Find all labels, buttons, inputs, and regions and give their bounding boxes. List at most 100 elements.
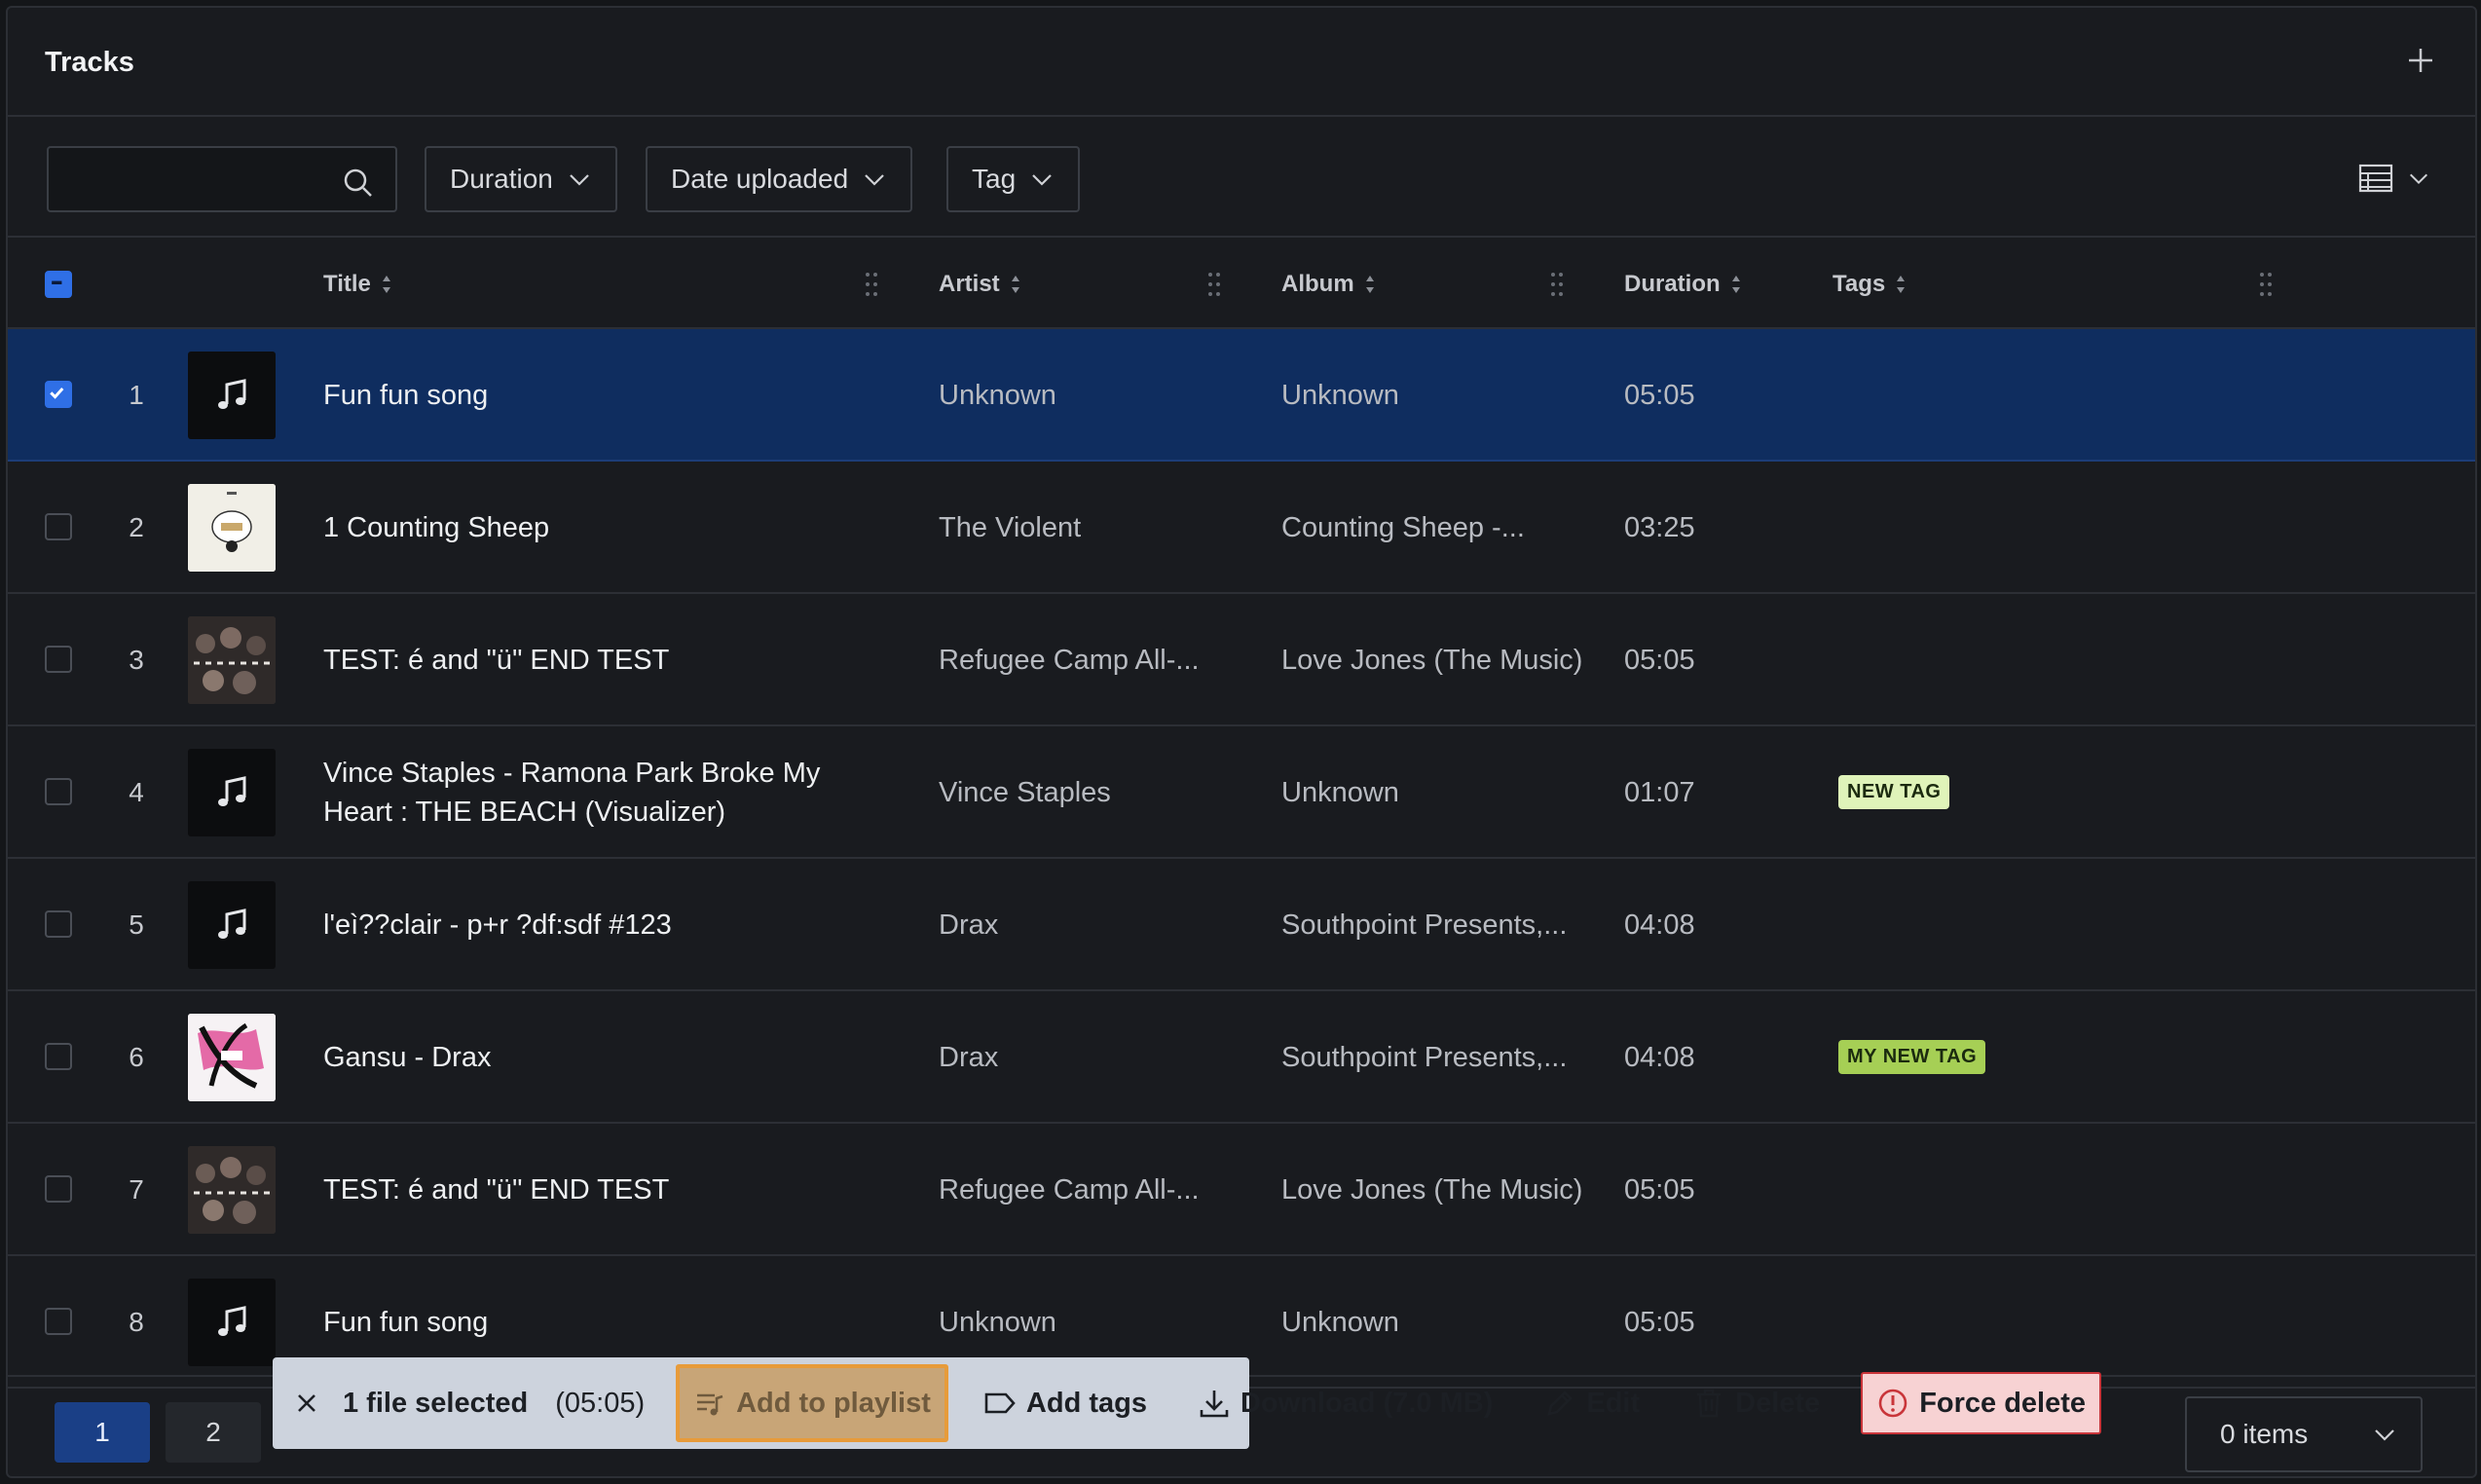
table-header: Title Artist Album Duration Tags xyxy=(8,238,2475,329)
sort-icon xyxy=(382,276,390,293)
minus-icon xyxy=(52,280,62,284)
sort-icon xyxy=(1011,276,1019,293)
track-artist: Drax xyxy=(939,1042,999,1073)
playlist-add-icon xyxy=(697,1393,723,1416)
select-all-checkbox[interactable] xyxy=(45,271,72,298)
track-artist: Unknown xyxy=(939,380,1056,411)
sort-icon xyxy=(1897,276,1906,293)
track-album: Unknown xyxy=(1281,1307,1399,1338)
track-title[interactable]: Vince Staples - Ramona Park Broke My Hea… xyxy=(323,754,869,832)
chevron-down-icon xyxy=(865,174,884,186)
row-checkbox[interactable] xyxy=(45,1308,72,1335)
track-duration: 05:05 xyxy=(1624,645,1695,676)
add-tags-button[interactable]: Add tags xyxy=(970,1364,1161,1442)
delete-button[interactable]: Delete xyxy=(1679,1364,1833,1442)
row-checkbox[interactable] xyxy=(45,1043,72,1070)
row-number: 3 xyxy=(129,645,144,675)
track-album: Love Jones (The Music) xyxy=(1281,645,1583,676)
table-row[interactable]: 5 l'eì??clair - p+r ?df:sdf #123 Drax So… xyxy=(8,859,2475,991)
download-button[interactable]: Download (7.0 MB) xyxy=(1184,1364,1506,1442)
track-album: Unknown xyxy=(1281,380,1399,411)
edit-button[interactable]: Edit xyxy=(1530,1364,1653,1442)
track-duration: 04:08 xyxy=(1624,1042,1695,1073)
add-to-playlist-button[interactable]: Add to playlist xyxy=(676,1364,948,1442)
album-art xyxy=(188,484,276,572)
tag-badge[interactable]: MY NEW TAG xyxy=(1838,1040,1986,1074)
track-title[interactable]: TEST: é and "ü" END TEST xyxy=(323,645,669,677)
drag-handle-icon[interactable] xyxy=(2259,271,2273,298)
clear-selection-button[interactable] xyxy=(294,1391,319,1416)
chevron-down-icon xyxy=(2375,1429,2394,1441)
sort-icon xyxy=(1731,276,1740,293)
close-icon xyxy=(298,1394,315,1412)
album-art xyxy=(188,1146,276,1234)
view-toggle[interactable] xyxy=(2358,164,2430,193)
track-artist: Refugee Camp All-... xyxy=(939,1174,1200,1206)
row-checkbox[interactable] xyxy=(45,910,72,938)
track-title[interactable]: Fun fun song xyxy=(323,380,488,412)
table-row[interactable]: 2 1 Counting Sheep The Violent Counting … xyxy=(8,462,2475,594)
column-header-title[interactable]: Title xyxy=(323,271,392,298)
tag-filter[interactable]: Tag xyxy=(946,146,1081,212)
track-title[interactable]: Fun fun song xyxy=(323,1307,488,1339)
column-header-artist[interactable]: Artist xyxy=(939,271,1021,298)
table-row[interactable]: 6 Gansu - Drax Drax Southpoint Presents,… xyxy=(8,991,2475,1124)
track-duration: 03:25 xyxy=(1624,512,1695,543)
row-checkbox[interactable] xyxy=(45,513,72,540)
row-number: 8 xyxy=(129,1307,144,1337)
track-album: Southpoint Presents,... xyxy=(1281,909,1568,941)
plus-icon[interactable] xyxy=(2403,43,2438,78)
track-title[interactable]: l'eì??clair - p+r ?df:sdf #123 xyxy=(323,909,672,942)
drag-handle-icon[interactable] xyxy=(1550,271,1564,298)
chevron-down-icon xyxy=(1032,174,1052,186)
track-title[interactable]: Gansu - Drax xyxy=(323,1042,491,1074)
page-button-2[interactable]: 2 xyxy=(166,1402,261,1463)
album-art xyxy=(188,616,276,704)
music-note-icon xyxy=(188,749,276,836)
track-album: Unknown xyxy=(1281,777,1399,808)
force-delete-button[interactable]: Force delete xyxy=(1861,1372,2102,1434)
tracks-panel: Tracks Duration Date uploaded Tag Title xyxy=(6,6,2477,1478)
selection-count: 1 file selected xyxy=(343,1387,529,1419)
track-artist: The Violent xyxy=(939,512,1082,543)
row-checkbox[interactable] xyxy=(45,381,72,408)
column-header-album[interactable]: Album xyxy=(1281,271,1376,298)
chevron-down-icon xyxy=(570,174,589,186)
row-checkbox[interactable] xyxy=(45,646,72,673)
table-view-icon xyxy=(2358,164,2393,193)
row-number: 1 xyxy=(129,380,144,410)
pencil-icon xyxy=(1547,1391,1574,1416)
track-duration: 01:07 xyxy=(1624,777,1695,808)
track-artist: Vince Staples xyxy=(939,777,1111,808)
row-checkbox[interactable] xyxy=(45,778,72,805)
track-artist: Refugee Camp All-... xyxy=(939,645,1200,676)
date-uploaded-filter[interactable]: Date uploaded xyxy=(646,146,913,212)
check-icon xyxy=(50,387,64,399)
tag-badge[interactable]: NEW TAG xyxy=(1838,775,1950,809)
track-title[interactable]: TEST: é and "ü" END TEST xyxy=(323,1174,669,1206)
sort-icon xyxy=(1365,276,1374,293)
drag-handle-icon[interactable] xyxy=(1207,271,1221,298)
column-header-duration[interactable]: Duration xyxy=(1624,271,1742,298)
search-input[interactable] xyxy=(47,146,397,212)
filter-bar: Duration Date uploaded Tag xyxy=(8,117,2475,238)
search-icon xyxy=(344,168,372,197)
table-row[interactable]: 7 TEST: é and "ü" END TEST Refugee Camp … xyxy=(8,1124,2475,1256)
table-row[interactable]: 3 TEST: é and "ü" END TEST Refugee Camp … xyxy=(8,594,2475,726)
track-album: Southpoint Presents,... xyxy=(1281,1042,1568,1073)
music-note-icon xyxy=(188,352,276,439)
track-title[interactable]: 1 Counting Sheep xyxy=(323,512,549,544)
page-button-1[interactable]: 1 xyxy=(55,1402,150,1463)
track-album: Love Jones (The Music) xyxy=(1281,1174,1583,1206)
items-per-page-select[interactable]: 0 items xyxy=(2185,1396,2423,1472)
drag-handle-icon[interactable] xyxy=(865,271,878,298)
track-album: Counting Sheep -... xyxy=(1281,512,1525,543)
column-header-tags[interactable]: Tags xyxy=(1833,271,1907,298)
track-duration: 05:05 xyxy=(1624,1174,1695,1206)
table-row[interactable]: 1 Fun fun song Unknown Unknown 05:05 xyxy=(8,329,2475,462)
table-row[interactable]: 4 Vince Staples - Ramona Park Broke My H… xyxy=(8,726,2475,859)
row-checkbox[interactable] xyxy=(45,1175,72,1203)
row-number: 7 xyxy=(129,1174,144,1205)
row-number: 2 xyxy=(129,512,144,542)
duration-filter[interactable]: Duration xyxy=(425,146,617,212)
